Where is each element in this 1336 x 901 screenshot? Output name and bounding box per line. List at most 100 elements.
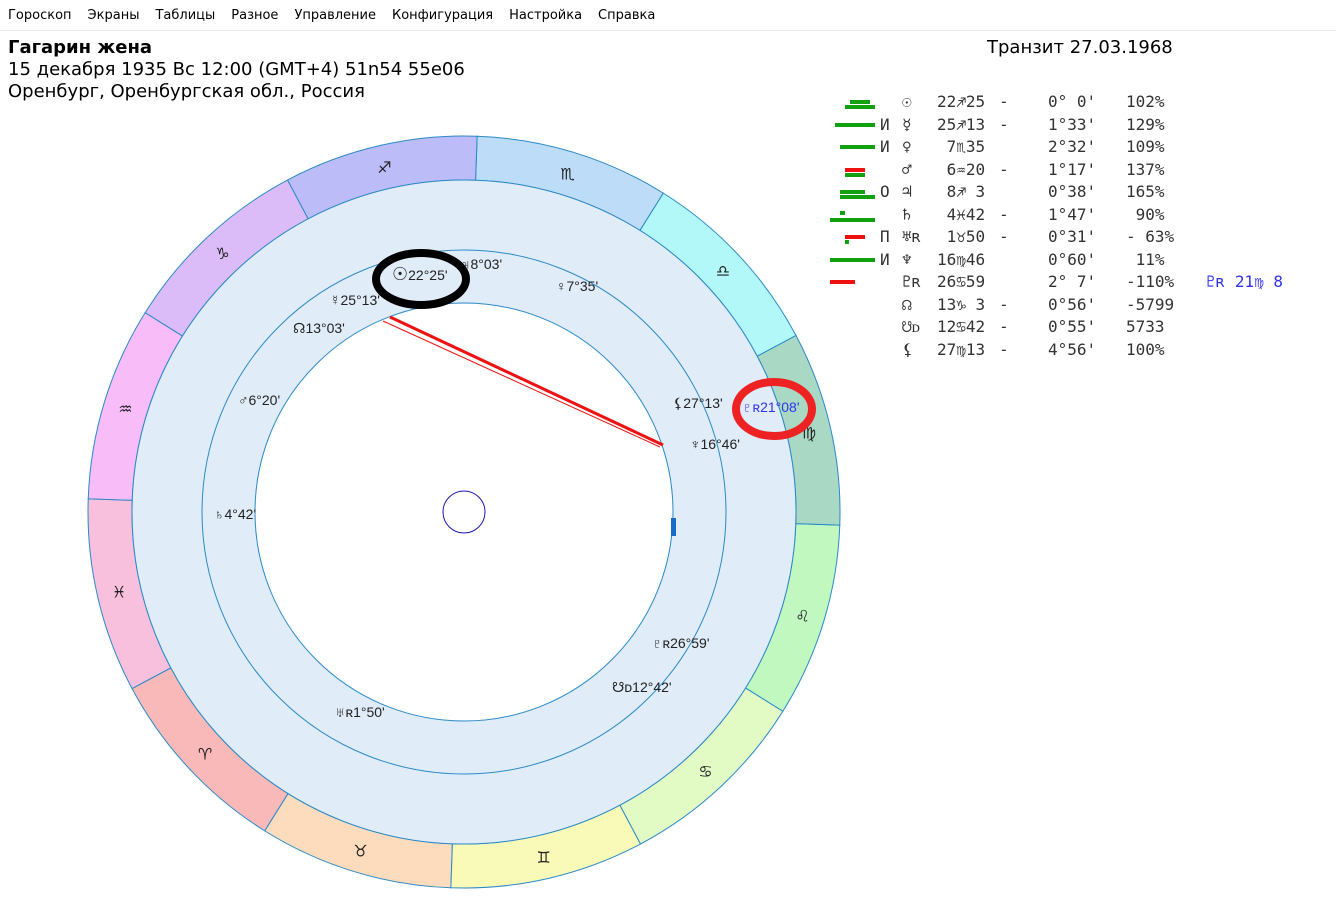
percent: - 63%	[1126, 227, 1175, 246]
percent: 102%	[1126, 92, 1165, 111]
percent: -110%	[1126, 272, 1175, 291]
percent: 90%	[1126, 204, 1165, 224]
planet-glyph: ♄	[902, 204, 912, 224]
orb: 1°33'	[1048, 114, 1097, 134]
position: 22♐25	[937, 92, 986, 111]
chart-label-transit-pluto: ♇ʀ21°08'	[742, 399, 800, 415]
dash	[999, 272, 1009, 291]
position-marker	[671, 518, 676, 536]
percent: -5799	[1126, 294, 1175, 314]
dash: -	[999, 317, 1009, 336]
position: 8♐ 3	[937, 182, 986, 201]
planet-glyph: ♅ʀ	[902, 227, 922, 246]
row-mark: И	[880, 249, 890, 269]
strength-bar	[840, 145, 875, 149]
zodiac-sign-glyph: ♊	[536, 848, 550, 867]
chart-label-neptune: ♆16°46'	[690, 436, 740, 452]
inner-ring	[254, 302, 674, 722]
orb: 0°55'	[1048, 317, 1097, 336]
position: 16♍46	[937, 249, 986, 269]
chart-label-pluto: ♇ʀ26°59'	[652, 635, 710, 651]
planet-glyph: ☿	[902, 114, 912, 134]
position: 7♏35	[937, 137, 986, 156]
dash: -	[999, 159, 1009, 179]
strength-bar	[830, 280, 855, 284]
percent: 137%	[1126, 159, 1165, 179]
dash: -	[999, 339, 1009, 359]
dash	[999, 137, 1009, 156]
orb: 0°31'	[1048, 227, 1097, 246]
zodiac-sign-glyph: ♑	[215, 244, 229, 263]
percent: 11%	[1126, 249, 1165, 269]
orb: 4°56'	[1048, 339, 1097, 359]
orb: 0° 0'	[1048, 92, 1097, 111]
row-mark: И	[880, 137, 890, 156]
percent: 109%	[1126, 137, 1165, 156]
percent: 100%	[1126, 339, 1165, 359]
position: 4♓42	[937, 204, 986, 224]
strength-bar	[845, 105, 875, 109]
zodiac-sign-glyph: ♓	[112, 583, 126, 602]
strength-bar	[845, 167, 865, 172]
planet-glyph: ☋ᴅ	[902, 317, 921, 336]
planet-glyph: ☊	[902, 294, 912, 314]
strength-bar	[850, 100, 870, 104]
position: 26♋59	[937, 272, 986, 291]
horoscope-wheel[interactable]: ♈♉ ♊♋♌♍♎♏♐♑♒♓	[0, 0, 1336, 901]
orb: 2°32'	[1048, 137, 1097, 156]
percent: 165%	[1126, 182, 1165, 201]
zodiac-sign-glyph: ♐	[377, 158, 391, 177]
row-mark: И	[880, 114, 890, 134]
chart-label-jupiter: ♃8°03'	[460, 256, 503, 272]
planet-glyph: ♃	[902, 182, 912, 201]
orb: 0°56'	[1048, 294, 1097, 314]
chart-label-south-node: ☋ᴅ12°42'	[612, 679, 672, 695]
dash: -	[999, 92, 1009, 111]
chart-label-mercury: ☿25°13'	[330, 292, 380, 308]
chart-label-mars: ♂6°20'	[238, 392, 281, 408]
position: 12♋42	[937, 317, 986, 336]
strength-bar	[830, 257, 875, 262]
chart-label-lilith: ⚸27°13'	[673, 395, 723, 411]
dash: -	[999, 204, 1009, 224]
strength-bar	[830, 217, 875, 222]
strength-bar	[840, 190, 865, 194]
planet-glyph: ☉	[902, 92, 912, 111]
row-mark: П	[880, 227, 890, 246]
dash: -	[999, 114, 1009, 134]
strength-bar	[835, 122, 875, 127]
zodiac-sign-glyph: ♏	[560, 164, 574, 183]
planet-glyph: ⚸	[902, 339, 914, 359]
chart-label-node: ☊13°03'	[293, 320, 345, 336]
orb: 1°17'	[1048, 159, 1097, 179]
zodiac-sign-glyph: ♎	[716, 262, 730, 281]
position: 27♍13	[937, 339, 986, 359]
zodiac-sign-glyph: ♒	[118, 400, 132, 419]
strength-bar	[840, 210, 845, 215]
strength-bar	[845, 235, 865, 239]
orb: 2° 7'	[1048, 272, 1097, 291]
planet-glyph: ♆	[902, 249, 912, 269]
orb: 0°60'	[1048, 249, 1097, 269]
planet-glyph: ♀	[902, 137, 912, 156]
strength-bar	[845, 240, 849, 244]
percent: 5733	[1126, 317, 1165, 336]
orb: 1°47'	[1048, 204, 1097, 224]
planet-glyph: ♂	[902, 159, 912, 179]
dash: -	[999, 294, 1009, 314]
zodiac-sign-glyph: ♈	[198, 744, 212, 763]
strength-bar	[845, 172, 865, 177]
position: 25♐13	[937, 114, 986, 134]
position: 6♒20	[937, 159, 986, 179]
position: 1♉50	[937, 227, 986, 246]
planet-glyph: ♇ʀ	[902, 272, 922, 291]
chart-label-saturn: ♄4°42'	[214, 506, 257, 522]
strength-bar	[840, 195, 875, 199]
zodiac-sign-glyph: ♌	[795, 606, 809, 625]
row-mark: О	[880, 182, 890, 201]
chart-label-uranus: ♅ʀ1°50'	[335, 704, 385, 720]
orb: 0°38'	[1048, 182, 1097, 201]
zodiac-sign-glyph: ♋	[698, 762, 712, 781]
chart-label-sun: ☉22°25'	[392, 264, 448, 284]
transit-pluto-position: ♇ʀ 21♍ 8	[1206, 272, 1284, 291]
